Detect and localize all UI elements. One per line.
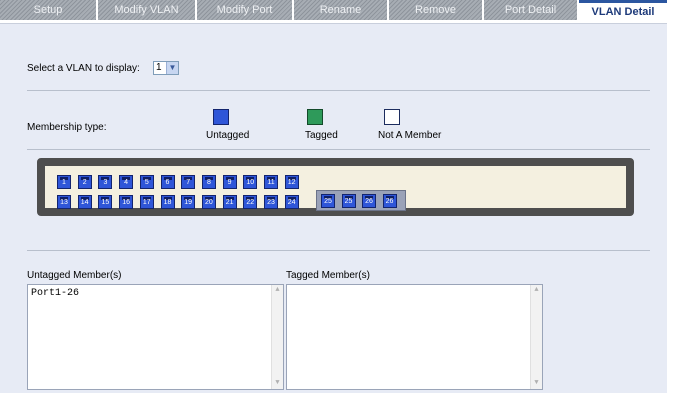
port-uplink-3[interactable]: 26 (382, 194, 397, 208)
divider (27, 250, 650, 251)
port-top-9[interactable]: 10 (243, 175, 258, 189)
port-number: 24 (287, 199, 296, 206)
vlan-select-label: Select a VLAN to display: (27, 63, 140, 74)
tab-remove[interactable]: Remove (389, 0, 484, 20)
tagged-members-textarea[interactable]: ▲ ▼ (286, 284, 543, 390)
port-uplink-2[interactable]: 26 (362, 194, 376, 208)
port-number: 1 (62, 179, 66, 186)
scrollbar[interactable]: ▲ ▼ (271, 285, 283, 389)
port-top-10[interactable]: 11 (264, 175, 278, 189)
port-number: 26 (365, 198, 373, 205)
untagged-swatch (213, 109, 229, 125)
untagged-members-textarea[interactable]: Port1-26 ▲ ▼ (27, 284, 284, 390)
port-number: 9 (227, 179, 232, 186)
port-top-0[interactable]: 1 (57, 175, 71, 189)
port-number: 15 (101, 199, 110, 206)
untagged-legend-label: Untagged (206, 130, 250, 141)
port-number: 2 (82, 179, 87, 186)
port-number: 25 (344, 198, 353, 205)
untagged-members-label: Untagged Member(s) (27, 270, 122, 281)
port-top-4[interactable]: 5 (139, 175, 154, 189)
tab-rename[interactable]: Rename (294, 0, 389, 20)
divider (27, 149, 650, 150)
port-number: 17 (142, 199, 151, 206)
tab-vlan-detail[interactable]: VLAN Detail (579, 0, 667, 24)
port-number: 20 (204, 199, 213, 206)
port-number: 3 (103, 179, 108, 186)
not-member-swatch (384, 109, 400, 125)
chevron-down-icon[interactable]: ▼ (166, 62, 178, 74)
port-top-8[interactable]: 9 (222, 175, 237, 189)
divider (27, 90, 650, 91)
port-number: 16 (122, 199, 130, 206)
port-number: 21 (225, 199, 234, 206)
port-number: 8 (206, 179, 211, 186)
tab-port-detail[interactable]: Port Detail (484, 0, 579, 20)
port-number: 6 (165, 179, 170, 186)
port-top-7[interactable]: 8 (201, 175, 216, 189)
port-number: 22 (246, 199, 255, 206)
port-bottom-5[interactable]: 18 (160, 195, 175, 209)
port-bottom-9[interactable]: 22 (243, 195, 258, 209)
scroll-up-icon[interactable]: ▲ (272, 285, 283, 296)
port-number: 14 (80, 199, 89, 206)
tab-setup[interactable]: Setup (0, 0, 98, 20)
port-bottom-10[interactable]: 23 (264, 195, 278, 209)
untagged-members-value: Port1-26 (31, 288, 80, 299)
port-number: 13 (60, 199, 68, 206)
tagged-swatch (307, 109, 323, 125)
scroll-down-icon[interactable]: ▼ (531, 378, 542, 389)
vlan-select[interactable]: 1 ▼ (153, 61, 179, 75)
port-number: 23 (267, 199, 275, 206)
tab-bar: Setup Modify VLAN Modify Port Rename Rem… (0, 0, 678, 24)
port-bottom-2[interactable]: 15 (98, 195, 113, 209)
port-number: 19 (184, 199, 193, 206)
tab-modify-port[interactable]: Modify Port (197, 0, 294, 20)
port-top-11[interactable]: 12 (284, 175, 299, 189)
membership-label: Membership type: (27, 122, 107, 133)
port-number: 4 (124, 179, 129, 186)
port-number: 10 (246, 179, 255, 186)
port-top-6[interactable]: 7 (181, 175, 196, 189)
port-uplink-0[interactable]: 25 (321, 194, 335, 208)
tagged-legend-label: Tagged (305, 130, 338, 141)
scrollbar[interactable]: ▲ ▼ (530, 285, 542, 389)
port-top-1[interactable]: 2 (77, 175, 92, 189)
port-bottom-6[interactable]: 19 (181, 195, 196, 209)
port-bottom-4[interactable]: 17 (139, 195, 154, 209)
tab-modify-vlan[interactable]: Modify VLAN (98, 0, 197, 20)
port-number: 7 (186, 179, 191, 186)
port-uplink-1[interactable]: 25 (341, 194, 356, 208)
port-bottom-7[interactable]: 20 (201, 195, 216, 209)
port-number: 5 (144, 179, 149, 186)
vlan-select-value: 1 (156, 62, 162, 73)
scroll-down-icon[interactable]: ▼ (272, 378, 283, 389)
port-bottom-3[interactable]: 16 (119, 195, 134, 209)
port-number: 26 (385, 198, 394, 205)
port-top-3[interactable]: 4 (119, 175, 134, 189)
port-number: 25 (324, 198, 332, 205)
port-number: 18 (163, 199, 172, 206)
port-bottom-8[interactable]: 21 (222, 195, 237, 209)
tagged-members-label: Tagged Member(s) (286, 270, 370, 281)
port-number: 12 (287, 179, 296, 186)
not-member-legend-label: Not A Member (378, 130, 442, 141)
port-bottom-11[interactable]: 24 (284, 195, 299, 209)
port-top-5[interactable]: 6 (160, 175, 175, 189)
port-bottom-1[interactable]: 14 (77, 195, 92, 209)
port-bottom-0[interactable]: 13 (57, 195, 71, 209)
port-top-2[interactable]: 3 (98, 175, 113, 189)
port-number: 11 (267, 179, 275, 186)
scroll-up-icon[interactable]: ▲ (531, 285, 542, 296)
